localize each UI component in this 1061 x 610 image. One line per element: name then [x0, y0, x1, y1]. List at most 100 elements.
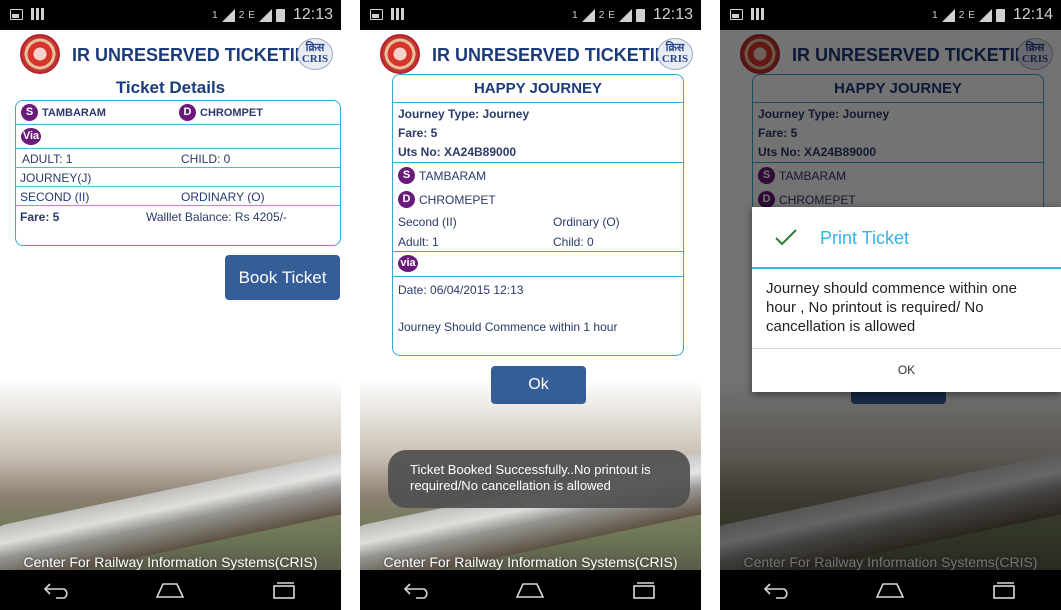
source-badge: S [21, 104, 38, 121]
checkmark-icon [775, 229, 797, 246]
via-badge: via [398, 255, 418, 272]
dialog-ok-button[interactable]: OK [752, 349, 1061, 392]
fare: Fare: 5 [398, 126, 438, 140]
fare: Fare: 5 [20, 210, 60, 224]
home-icon[interactable] [870, 578, 910, 602]
app-title: IR UNRESERVED TICKETING [72, 45, 322, 65]
app-title: IR UNRESERVED TICKETING [432, 45, 682, 65]
indian-railways-logo-icon [380, 34, 420, 74]
class-row: SECOND (II) ORDINARY (O) [16, 187, 340, 206]
destination-station: CHROMPET [200, 106, 263, 119]
journey-date: Date: 06/04/2015 12:13 [398, 283, 524, 297]
screen-happy-journey: 1 2 E 12:13 IR UNRESERVED TICKETING क्रि… [360, 0, 701, 610]
battery-icon [995, 8, 1005, 22]
gallery-notification-icon [370, 8, 383, 20]
travel-class: Second (II) [398, 215, 457, 229]
back-icon[interactable] [397, 578, 437, 602]
footer-text: Center For Railway Information Systems(C… [23, 554, 318, 570]
journey-type: JOURNEY(J) [20, 171, 92, 185]
status-bar: 1 2 E 12:14 [720, 0, 1061, 30]
barcode-notification-icon [391, 8, 404, 20]
happy-journey-heading: HAPPY JOURNEY [473, 80, 603, 97]
signal-icon [258, 8, 272, 22]
destination-badge: D [179, 104, 196, 121]
signal-icon [221, 8, 235, 22]
source-station: TAMBARAM [419, 168, 487, 183]
navigation-bar [0, 570, 341, 610]
battery-icon [275, 8, 285, 22]
app-header: IR UNRESERVED TICKETING क्रिसCRIS [0, 30, 341, 78]
home-icon[interactable] [150, 578, 190, 602]
sim2-label: 2 [238, 9, 245, 21]
network-type: E [248, 9, 255, 21]
print-ticket-dialog: Print Ticket Journey should commence wit… [752, 207, 1061, 392]
uts-number: Uts No: XA24B89000 [398, 145, 517, 159]
network-type: E [608, 9, 615, 21]
via-row: Via [16, 125, 340, 149]
sim1-label: 1 [932, 9, 938, 21]
train-type: ORDINARY (O) [181, 190, 265, 204]
navigation-bar [360, 570, 701, 610]
status-bar: 1 2 E 12:13 [0, 0, 341, 30]
clock: 12:14 [1012, 6, 1053, 23]
adult-count: ADULT: 1 [22, 152, 73, 166]
back-icon[interactable] [757, 578, 797, 602]
recent-apps-icon[interactable] [984, 578, 1024, 602]
clock: 12:13 [292, 6, 333, 23]
sim1-label: 1 [212, 9, 218, 21]
footer-text: Center For Railway Information Systems(C… [383, 554, 678, 570]
wallet-balance: Walllet Balance: Rs 4205/- [146, 210, 287, 224]
fare-row: Fare: 5 Walllet Balance: Rs 4205/- [16, 206, 340, 226]
via-badge: Via [21, 128, 41, 145]
sim2-label: 2 [598, 9, 605, 21]
sim1-label: 1 [572, 9, 578, 21]
dialog-header: Print Ticket [752, 207, 1061, 269]
recent-apps-icon[interactable] [624, 578, 664, 602]
journey-type: Journey Type: Journey [398, 107, 530, 121]
home-icon[interactable] [510, 578, 550, 602]
source-station: TAMBARAM [42, 106, 106, 119]
gallery-notification-icon [730, 8, 743, 20]
child-count: CHILD: 0 [181, 152, 231, 166]
back-icon[interactable] [37, 578, 77, 602]
sim2-label: 2 [958, 9, 965, 21]
barcode-notification-icon [31, 8, 44, 20]
battery-icon [635, 8, 645, 22]
recent-apps-icon[interactable] [264, 578, 304, 602]
clock: 12:13 [652, 6, 693, 23]
journey-row: JOURNEY(J) [16, 168, 340, 187]
barcode-notification-icon [751, 8, 764, 20]
cris-logo-icon: क्रिसCRIS [657, 38, 693, 70]
indian-railways-logo-icon [20, 34, 60, 74]
status-bar: 1 2 E 12:13 [360, 0, 701, 30]
ticket-details-card: S TAMBARAM D CHROMPET Via ADULT: 1 CHILD: … [15, 100, 341, 246]
app-header: IR UNRESERVED TICKETING क्रिसCRIS [360, 30, 701, 78]
network-type: E [968, 9, 975, 21]
child-count: Child: 0 [553, 235, 594, 249]
signal-icon [978, 8, 992, 22]
source-badge: S [398, 167, 415, 184]
signal-icon [618, 8, 632, 22]
dialog-title: Print Ticket [820, 228, 910, 248]
destination-station: CHROMEPET [419, 192, 496, 207]
screen-print-ticket-dialog: 1 2 E 12:14 IR UNRESERVED TICKETING क्रि… [720, 0, 1061, 610]
journey-note: Journey Should Commence within 1 hour [398, 320, 618, 334]
dialog-message: Journey should commence within one hour … [766, 280, 1017, 335]
destination-badge: D [398, 191, 415, 208]
screen-ticket-details: 1 2 E 12:13 IR UNRESERVED TICKETING क्रि… [0, 0, 341, 610]
signal-icon [581, 8, 595, 22]
cris-logo-icon: क्रिसCRIS [297, 38, 333, 70]
stations-row: S TAMBARAM D CHROMPET [16, 101, 340, 125]
book-ticket-button[interactable]: Book Ticket [225, 255, 340, 300]
gallery-notification-icon [10, 8, 23, 20]
ok-button[interactable]: Ok [491, 366, 586, 404]
adult-count: Adult: 1 [398, 235, 439, 249]
signal-icon [941, 8, 955, 22]
navigation-bar [720, 570, 1061, 610]
travel-class: SECOND (II) [20, 190, 90, 204]
ticket-card: HAPPY JOURNEY Journey Type: Journey Fare… [392, 74, 684, 356]
train-type: Ordinary (O) [553, 215, 620, 229]
passenger-row: ADULT: 1 CHILD: 0 [16, 149, 340, 168]
train-background-image [0, 380, 341, 589]
page-title: Ticket Details [115, 78, 226, 97]
